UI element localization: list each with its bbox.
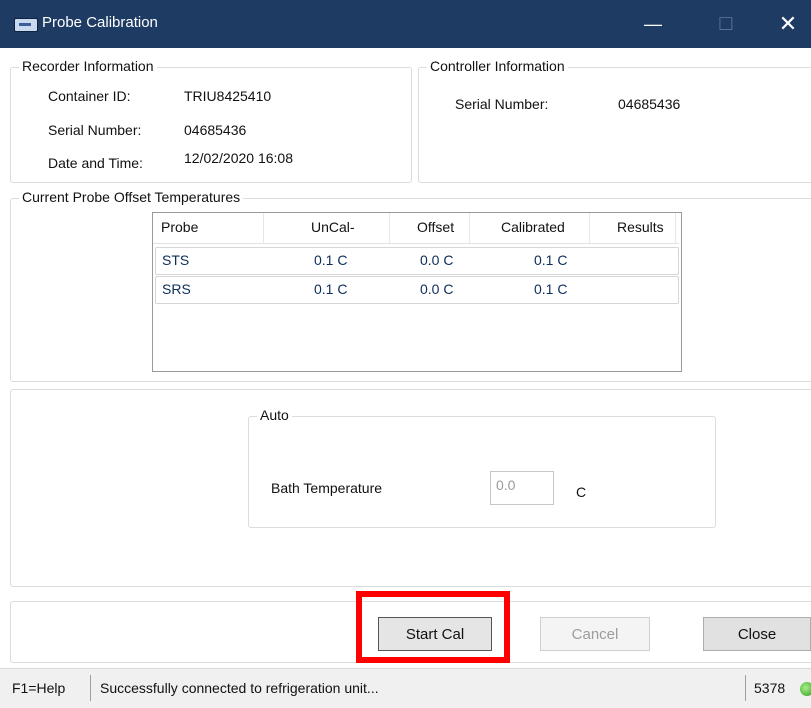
recorder-serial-value: 04685436 [184, 122, 247, 138]
status-divider [90, 675, 91, 701]
column-header-offset[interactable]: Offset [417, 219, 454, 235]
offset-cell: 0.0 C [420, 281, 454, 297]
window-title: Probe Calibration [42, 14, 158, 31]
recorder-information-title: Recorder Information [19, 58, 157, 74]
highlight-box [356, 591, 510, 663]
close-button[interactable]: Close [703, 617, 811, 651]
controller-information-title: Controller Information [427, 58, 568, 74]
date-time-label: Date and Time: [48, 155, 143, 171]
close-window-button[interactable]: ✕ [765, 0, 811, 48]
title-bar[interactable]: Probe Calibration — ☐ ✕ [0, 0, 811, 48]
connection-status-icon [800, 682, 811, 696]
uncal-cell: 0.1 C [314, 252, 348, 268]
container-id-value: TRIU8425410 [184, 88, 272, 104]
probe-offset-table[interactable]: Probe UnCal- Offset Calibrated Results S… [152, 212, 682, 372]
column-divider [263, 213, 264, 243]
status-code: 5378 [754, 680, 786, 696]
probe-calibration-window: Probe Calibration — ☐ ✕ Recorder Informa… [0, 0, 811, 708]
minimize-button[interactable]: — [630, 0, 676, 48]
auto-group-title: Auto [257, 407, 292, 423]
status-bar: F1=Help Successfully connected to refrig… [0, 668, 811, 708]
maximize-button[interactable]: ☐ [703, 0, 749, 48]
date-time-value: 12/02/2020 16:08 [184, 150, 293, 166]
status-divider [745, 675, 746, 701]
uncal-cell: 0.1 C [314, 281, 348, 297]
table-header: Probe UnCal- Offset Calibrated Results [153, 213, 679, 244]
bath-temperature-input[interactable]: 0.0 [490, 471, 554, 505]
column-header-results[interactable]: Results [617, 219, 664, 235]
column-divider [675, 213, 676, 243]
table-row-srs[interactable]: SRS 0.1 C 0.0 C 0.1 C [155, 276, 679, 304]
controller-serial-value: 04685436 [618, 96, 681, 112]
calibrated-cell: 0.1 C [534, 252, 568, 268]
table-row-sts[interactable]: STS 0.1 C 0.0 C 0.1 C [155, 247, 679, 275]
column-divider [389, 213, 390, 243]
probe-cell: STS [162, 252, 190, 268]
probe-offset-title: Current Probe Offset Temperatures [19, 189, 244, 205]
column-divider [589, 213, 590, 243]
calibrated-cell: 0.1 C [534, 281, 568, 297]
probe-cell: SRS [162, 281, 191, 297]
controller-serial-label: Serial Number: [455, 96, 549, 112]
column-header-calibrated[interactable]: Calibrated [501, 219, 565, 235]
controller-information-group: Controller Information [418, 58, 811, 183]
column-header-uncal[interactable]: UnCal- [311, 219, 355, 235]
bath-temperature-label: Bath Temperature [271, 480, 383, 496]
bath-temperature-unit: C [576, 484, 587, 500]
auto-group: Auto [248, 407, 716, 528]
recorder-serial-label: Serial Number: [48, 122, 142, 138]
column-header-probe[interactable]: Probe [161, 219, 198, 235]
app-icon [14, 18, 38, 32]
container-id-label: Container ID: [48, 88, 131, 104]
cancel-button[interactable]: Cancel [540, 617, 650, 651]
help-hint: F1=Help [12, 680, 66, 696]
column-divider [469, 213, 470, 243]
offset-cell: 0.0 C [420, 252, 454, 268]
status-message: Successfully connected to refrigeration … [100, 680, 379, 696]
